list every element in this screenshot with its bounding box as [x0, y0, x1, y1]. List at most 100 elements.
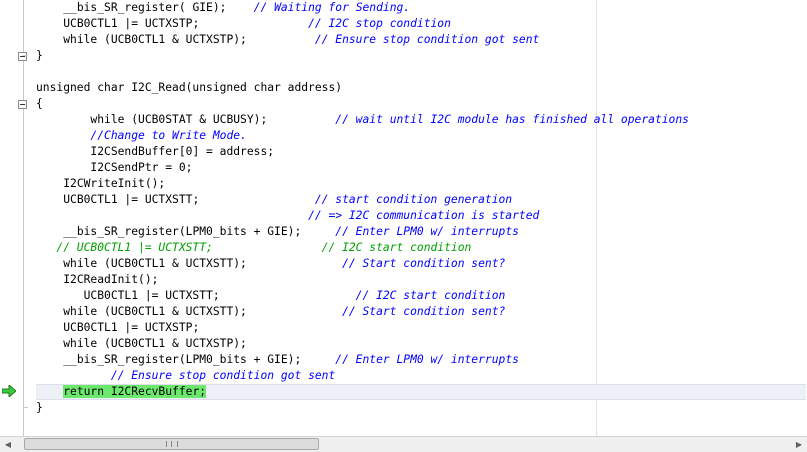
code-line[interactable]: I2CSendBuffer[0] = address; [36, 144, 274, 160]
right-margin-guide [596, 0, 597, 436]
fold-marker-icon[interactable] [18, 52, 27, 61]
scroll-track[interactable] [16, 437, 791, 452]
code-gap [247, 257, 342, 270]
horizontal-scrollbar[interactable]: ◀ ▶ [0, 436, 807, 452]
code-gap [226, 1, 253, 14]
code-line[interactable]: { [36, 96, 43, 112]
code-gap [301, 225, 335, 238]
code-line[interactable]: __bis_SR_register(LPM0_bits + GIE); // E… [36, 224, 519, 240]
code-editor[interactable]: __bis_SR_register( GIE); // Waiting for … [0, 0, 807, 436]
scroll-right-button[interactable]: ▶ [791, 437, 807, 452]
code-gap [199, 17, 308, 30]
code-line[interactable]: unsigned char I2C_Read(unsigned char add… [36, 80, 342, 96]
code-gap [36, 209, 308, 222]
code-text: I2CReadInit(); [63, 273, 159, 286]
code-line[interactable]: // => I2C communication is started [36, 208, 539, 224]
code-line[interactable]: I2CReadInit(); [36, 272, 158, 288]
code-line[interactable]: I2CSendPtr = 0; [36, 160, 192, 176]
code-text: while (UCB0CTL1 & UCTXSTT); [63, 305, 247, 318]
code-comment: // Ensure stop condition got sent [314, 33, 540, 46]
code-text: while (UCB0CTL1 & UCTXSTT); [63, 257, 247, 270]
code-text: while (UCB0CTL1 & UCTXSTP); [63, 337, 247, 350]
code-gap [199, 193, 315, 206]
code-line[interactable]: } [36, 48, 43, 64]
code-text: } [36, 401, 43, 414]
editor-gutter[interactable] [0, 0, 32, 436]
code-line[interactable]: while (UCB0CTL1 & UCTXSTP); [36, 336, 247, 352]
code-line[interactable]: while (UCB0CTL1 & UCTXSTP); // Ensure st… [36, 32, 539, 48]
code-comment: // => I2C communication is started [308, 209, 540, 222]
code-text: return I2CRecvBuffer; [63, 385, 207, 398]
code-gap [301, 353, 335, 366]
code-comment: // Start condition sent? [342, 257, 506, 270]
code-line[interactable]: while (UCB0CTL1 & UCTXSTT); // Start con… [36, 256, 505, 272]
code-comment: // Ensure stop condition got sent [110, 369, 336, 382]
code-text: __bis_SR_register(LPM0_bits + GIE); [63, 353, 302, 366]
fold-marker-icon[interactable] [18, 100, 27, 109]
code-line[interactable]: } [36, 400, 43, 416]
code-line[interactable]: I2CWriteInit(); [36, 176, 165, 192]
code-text: } [36, 49, 43, 62]
code-comment: // Enter LPM0 w/ interrupts [335, 353, 519, 366]
green-arrow-right-icon [2, 385, 16, 397]
code-comment: // start condition generation [314, 193, 513, 206]
chevron-left-icon: ◀ [4, 440, 12, 449]
code-comment: // Enter LPM0 w/ interrupts [335, 225, 519, 238]
fold-end-marker [23, 407, 28, 408]
code-text: I2CWriteInit(); [63, 177, 166, 190]
scroll-thumb[interactable] [24, 438, 319, 450]
code-text: I2CSendBuffer[0] = address; [90, 145, 275, 158]
code-gap [267, 113, 335, 126]
code-text: __bis_SR_register(LPM0_bits + GIE); [63, 225, 302, 238]
code-text: unsigned char I2C_Read(unsigned char add… [36, 81, 343, 94]
code-line[interactable]: while (UCB0STAT & UCBUSY); // wait until… [36, 112, 689, 128]
code-text: { [36, 97, 43, 110]
code-comment: // Waiting for Sending. [253, 1, 411, 14]
code-line[interactable]: UCB0CTL1 |= UCTXSTP; [36, 320, 199, 336]
code-line[interactable]: // Ensure stop condition got sent [36, 368, 335, 384]
code-line[interactable]: UCB0CTL1 |= UCTXSTP; // I2C stop conditi… [36, 16, 451, 32]
code-line[interactable]: // UCB0CTL1 |= UCTXSTT; // I2C start con… [36, 240, 471, 256]
code-comment: // Start condition sent? [342, 305, 506, 318]
code-line[interactable]: //Change to Write Mode. [36, 128, 246, 144]
code-line[interactable]: UCB0CTL1 |= UCTXSTT; // I2C start condit… [36, 288, 506, 304]
code-text: while (UCB0STAT & UCBUSY); [90, 113, 268, 126]
code-text: I2CSendPtr = 0; [90, 161, 193, 174]
scroll-left-button[interactable]: ◀ [0, 437, 16, 452]
code-text: UCB0CTL1 |= UCTXSTT; [63, 193, 200, 206]
code-text: while (UCB0CTL1 & UCTXSTP); [63, 33, 247, 46]
code-gap [213, 241, 322, 254]
code-comment: // I2C start condition [355, 289, 506, 302]
code-line[interactable]: UCB0CTL1 |= UCTXSTT; // start condition … [36, 192, 512, 208]
code-text: UCB0CTL1 |= UCTXSTP; [63, 17, 200, 30]
chevron-right-icon: ▶ [795, 440, 803, 449]
code-comment: // wait until I2C module has finished al… [335, 113, 689, 126]
code-text: UCB0CTL1 |= UCTXSTP; [63, 321, 200, 334]
code-line[interactable]: while (UCB0CTL1 & UCTXSTT); // Start con… [36, 304, 505, 320]
code-line[interactable]: __bis_SR_register(LPM0_bits + GIE); // E… [36, 352, 519, 368]
code-line[interactable]: __bis_SR_register( GIE); // Waiting for … [36, 0, 410, 16]
fold-end-marker [23, 55, 28, 56]
code-line[interactable]: return I2CRecvBuffer; [36, 384, 207, 400]
fold-guide-line [23, 0, 24, 436]
code-gap [247, 305, 342, 318]
